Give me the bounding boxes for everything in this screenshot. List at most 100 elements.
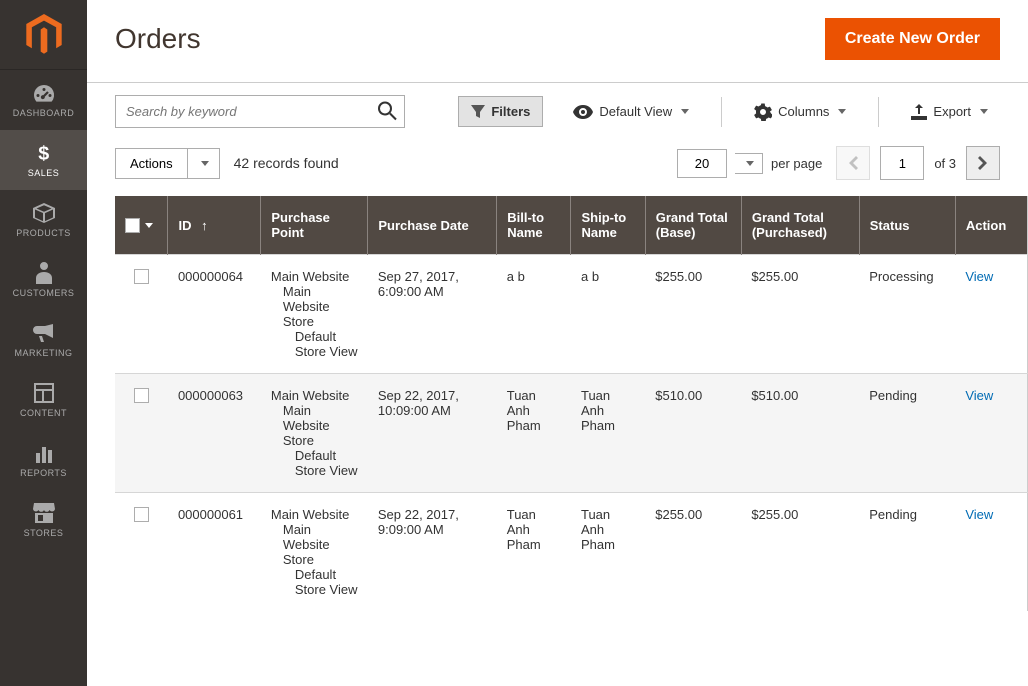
nav-reports[interactable]: REPORTS xyxy=(0,430,87,490)
create-new-order-button[interactable]: Create New Order xyxy=(825,18,1000,60)
search-input[interactable] xyxy=(115,95,405,128)
filters-button[interactable]: Filters xyxy=(458,96,543,127)
nav-content[interactable]: CONTENT xyxy=(0,370,87,430)
cell-id: 000000061 xyxy=(168,493,261,612)
cell-grand-base: $510.00 xyxy=(645,374,741,493)
bars-icon xyxy=(31,442,57,464)
row-checkbox[interactable] xyxy=(134,269,149,284)
default-view-label: Default View xyxy=(599,104,672,119)
cell-bill-to: Tuan Anh Pham xyxy=(497,374,571,493)
nav-products[interactable]: PRODUCTS xyxy=(0,190,87,250)
nav-label: REPORTS xyxy=(20,468,67,478)
col-header-grand-purchased[interactable]: Grand Total (Purchased) xyxy=(741,196,859,255)
export-button[interactable]: Export xyxy=(899,97,1000,127)
cell-ship-to: Tuan Anh Pham xyxy=(571,374,645,493)
view-link[interactable]: View xyxy=(965,507,993,522)
default-view-button[interactable]: Default View xyxy=(561,97,701,126)
actions-dropdown[interactable] xyxy=(188,148,220,179)
nav-label: MARKETING xyxy=(14,348,72,358)
col-header-bill-to[interactable]: Bill-to Name xyxy=(497,196,571,255)
cell-grand-purchased: $255.00 xyxy=(741,255,859,374)
megaphone-icon xyxy=(31,322,57,344)
export-label: Export xyxy=(933,104,971,119)
gauge-icon xyxy=(31,82,57,104)
chevron-down-icon xyxy=(201,161,209,166)
chevron-down-icon xyxy=(838,109,846,114)
col-header-grand-base[interactable]: Grand Total (Base) xyxy=(645,196,741,255)
col-header-select-all[interactable] xyxy=(115,196,168,255)
box-icon xyxy=(31,202,57,224)
nav-marketing[interactable]: MARKETING xyxy=(0,310,87,370)
cell-date: Sep 27, 2017, 6:09:00 AM xyxy=(368,255,497,374)
columns-button[interactable]: Columns xyxy=(742,96,858,128)
pager-next-button[interactable] xyxy=(966,146,1000,180)
col-header-action[interactable]: Action xyxy=(955,196,1027,255)
search-icon[interactable] xyxy=(377,100,397,123)
cell-grand-base: $255.00 xyxy=(645,493,741,612)
col-header-purchase-date[interactable]: Purchase Date xyxy=(368,196,497,255)
nav-dashboard[interactable]: DASHBOARD xyxy=(0,70,87,130)
cell-purchase-point: Main WebsiteMain Website StoreDefault St… xyxy=(261,255,368,374)
chevron-down-icon xyxy=(681,109,689,114)
cell-bill-to: Tuan Anh Pham xyxy=(497,493,571,612)
svg-text:$: $ xyxy=(38,143,50,164)
columns-label: Columns xyxy=(778,104,829,119)
view-link[interactable]: View xyxy=(965,269,993,284)
col-header-purchase-point[interactable]: Purchase Point xyxy=(261,196,368,255)
actions-button[interactable]: Actions xyxy=(115,148,188,179)
table-row[interactable]: 000000063Main WebsiteMain Website StoreD… xyxy=(115,374,1028,493)
table-row[interactable]: 000000064Main WebsiteMain Website StoreD… xyxy=(115,255,1028,374)
sidebar: DASHBOARD $ SALES PRODUCTS CUSTOMERS MAR… xyxy=(0,0,87,686)
cell-ship-to: Tuan Anh Pham xyxy=(571,493,645,612)
cell-id: 000000064 xyxy=(168,255,261,374)
cell-id: 000000063 xyxy=(168,374,261,493)
select-all-checkbox[interactable] xyxy=(125,218,140,233)
col-header-status[interactable]: Status xyxy=(859,196,955,255)
nav-label: CONTENT xyxy=(20,408,67,418)
pager-prev-button[interactable] xyxy=(836,146,870,180)
eye-icon xyxy=(573,105,593,119)
cell-ship-to: a b xyxy=(571,255,645,374)
col-header-id[interactable]: ID ↑ xyxy=(168,196,261,255)
row-checkbox[interactable] xyxy=(134,507,149,522)
nav-label: CUSTOMERS xyxy=(13,288,75,298)
view-link[interactable]: View xyxy=(965,388,993,403)
chevron-down-icon xyxy=(145,223,153,228)
cell-grand-purchased: $510.00 xyxy=(741,374,859,493)
cell-purchase-point: Main WebsiteMain Website StoreDefault St… xyxy=(261,493,368,612)
table-row[interactable]: 000000061Main WebsiteMain Website StoreD… xyxy=(115,493,1028,612)
pager-current-input[interactable] xyxy=(880,146,924,180)
cell-grand-base: $255.00 xyxy=(645,255,741,374)
cell-status: Pending xyxy=(859,493,955,612)
pager-of-label: of 3 xyxy=(934,156,956,171)
chevron-left-icon xyxy=(848,156,858,170)
export-icon xyxy=(911,104,927,120)
row-checkbox[interactable] xyxy=(134,388,149,403)
nav-stores[interactable]: STORES xyxy=(0,490,87,550)
nav-label: STORES xyxy=(24,528,64,538)
sort-asc-icon: ↑ xyxy=(201,218,208,233)
person-icon xyxy=(31,262,57,284)
layout-icon xyxy=(31,382,57,404)
cell-date: Sep 22, 2017, 9:09:00 AM xyxy=(368,493,497,612)
nav-label: PRODUCTS xyxy=(16,228,71,238)
records-found: 42 records found xyxy=(234,155,339,171)
nav-customers[interactable]: CUSTOMERS xyxy=(0,250,87,310)
cell-bill-to: a b xyxy=(497,255,571,374)
chevron-down-icon xyxy=(980,109,988,114)
nav-sales[interactable]: $ SALES xyxy=(0,130,87,190)
filters-label: Filters xyxy=(491,104,530,119)
page-title: Orders xyxy=(115,23,201,55)
nav-label: DASHBOARD xyxy=(13,108,75,118)
nav-label: SALES xyxy=(28,168,60,178)
per-page-label: per page xyxy=(771,156,822,171)
cell-status: Processing xyxy=(859,255,955,374)
gear-icon xyxy=(754,103,772,121)
cell-date: Sep 22, 2017, 10:09:00 AM xyxy=(368,374,497,493)
chevron-right-icon xyxy=(978,156,988,170)
per-page-input[interactable] xyxy=(677,149,727,178)
col-header-ship-to[interactable]: Ship-to Name xyxy=(571,196,645,255)
magento-logo[interactable] xyxy=(0,0,87,70)
per-page-dropdown[interactable] xyxy=(735,153,763,174)
dollar-icon: $ xyxy=(31,142,57,164)
